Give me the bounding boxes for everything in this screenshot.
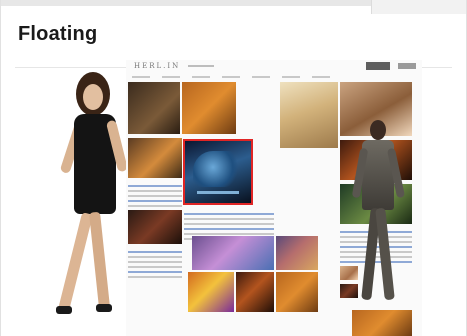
photo-tile bbox=[352, 310, 412, 336]
site-nav-item bbox=[312, 76, 330, 78]
model-figure-right bbox=[351, 120, 406, 310]
site-nav-item bbox=[162, 76, 180, 78]
photo-tile bbox=[280, 82, 338, 148]
site-tagline bbox=[188, 65, 215, 67]
photo-tile bbox=[276, 236, 318, 270]
text-column bbox=[128, 182, 182, 210]
site-nav bbox=[132, 74, 416, 80]
photo-tile bbox=[236, 272, 274, 312]
model-leg-right bbox=[375, 207, 395, 301]
floating-ad-caption bbox=[197, 191, 239, 194]
site-nav-item bbox=[282, 76, 300, 78]
photo-tile bbox=[128, 82, 180, 134]
site-header: HERL.IN bbox=[126, 60, 422, 72]
site-header-block-small bbox=[398, 63, 416, 69]
section-title: Floating bbox=[18, 23, 98, 45]
site-nav-item bbox=[252, 76, 270, 78]
card-border-left bbox=[0, 0, 1, 336]
photo-tile bbox=[188, 272, 234, 312]
model-leg-right bbox=[89, 211, 110, 309]
site-nav-item bbox=[192, 76, 210, 78]
model-head bbox=[370, 120, 386, 140]
floating-ad-image bbox=[193, 151, 243, 187]
model-shoe-left bbox=[56, 306, 72, 314]
site-logo: HERL.IN bbox=[134, 62, 181, 70]
photo-tile bbox=[128, 138, 182, 178]
model-leg-left bbox=[58, 212, 93, 312]
floating-ad-highlight bbox=[183, 139, 253, 205]
photo-tile bbox=[128, 210, 182, 244]
ad-format-illustration: HERL.IN bbox=[56, 60, 422, 336]
site-header-block bbox=[366, 62, 390, 70]
article-card: Floating HERL.IN bbox=[0, 0, 467, 336]
site-nav-item bbox=[222, 76, 240, 78]
site-nav-item bbox=[132, 76, 150, 78]
photo-tile bbox=[182, 82, 236, 134]
model-shoe-right bbox=[96, 304, 112, 312]
corner-panel bbox=[371, 0, 467, 14]
photo-tile bbox=[276, 272, 318, 312]
photo-tile bbox=[192, 236, 274, 270]
text-column bbox=[128, 248, 182, 281]
model-face bbox=[83, 84, 103, 110]
